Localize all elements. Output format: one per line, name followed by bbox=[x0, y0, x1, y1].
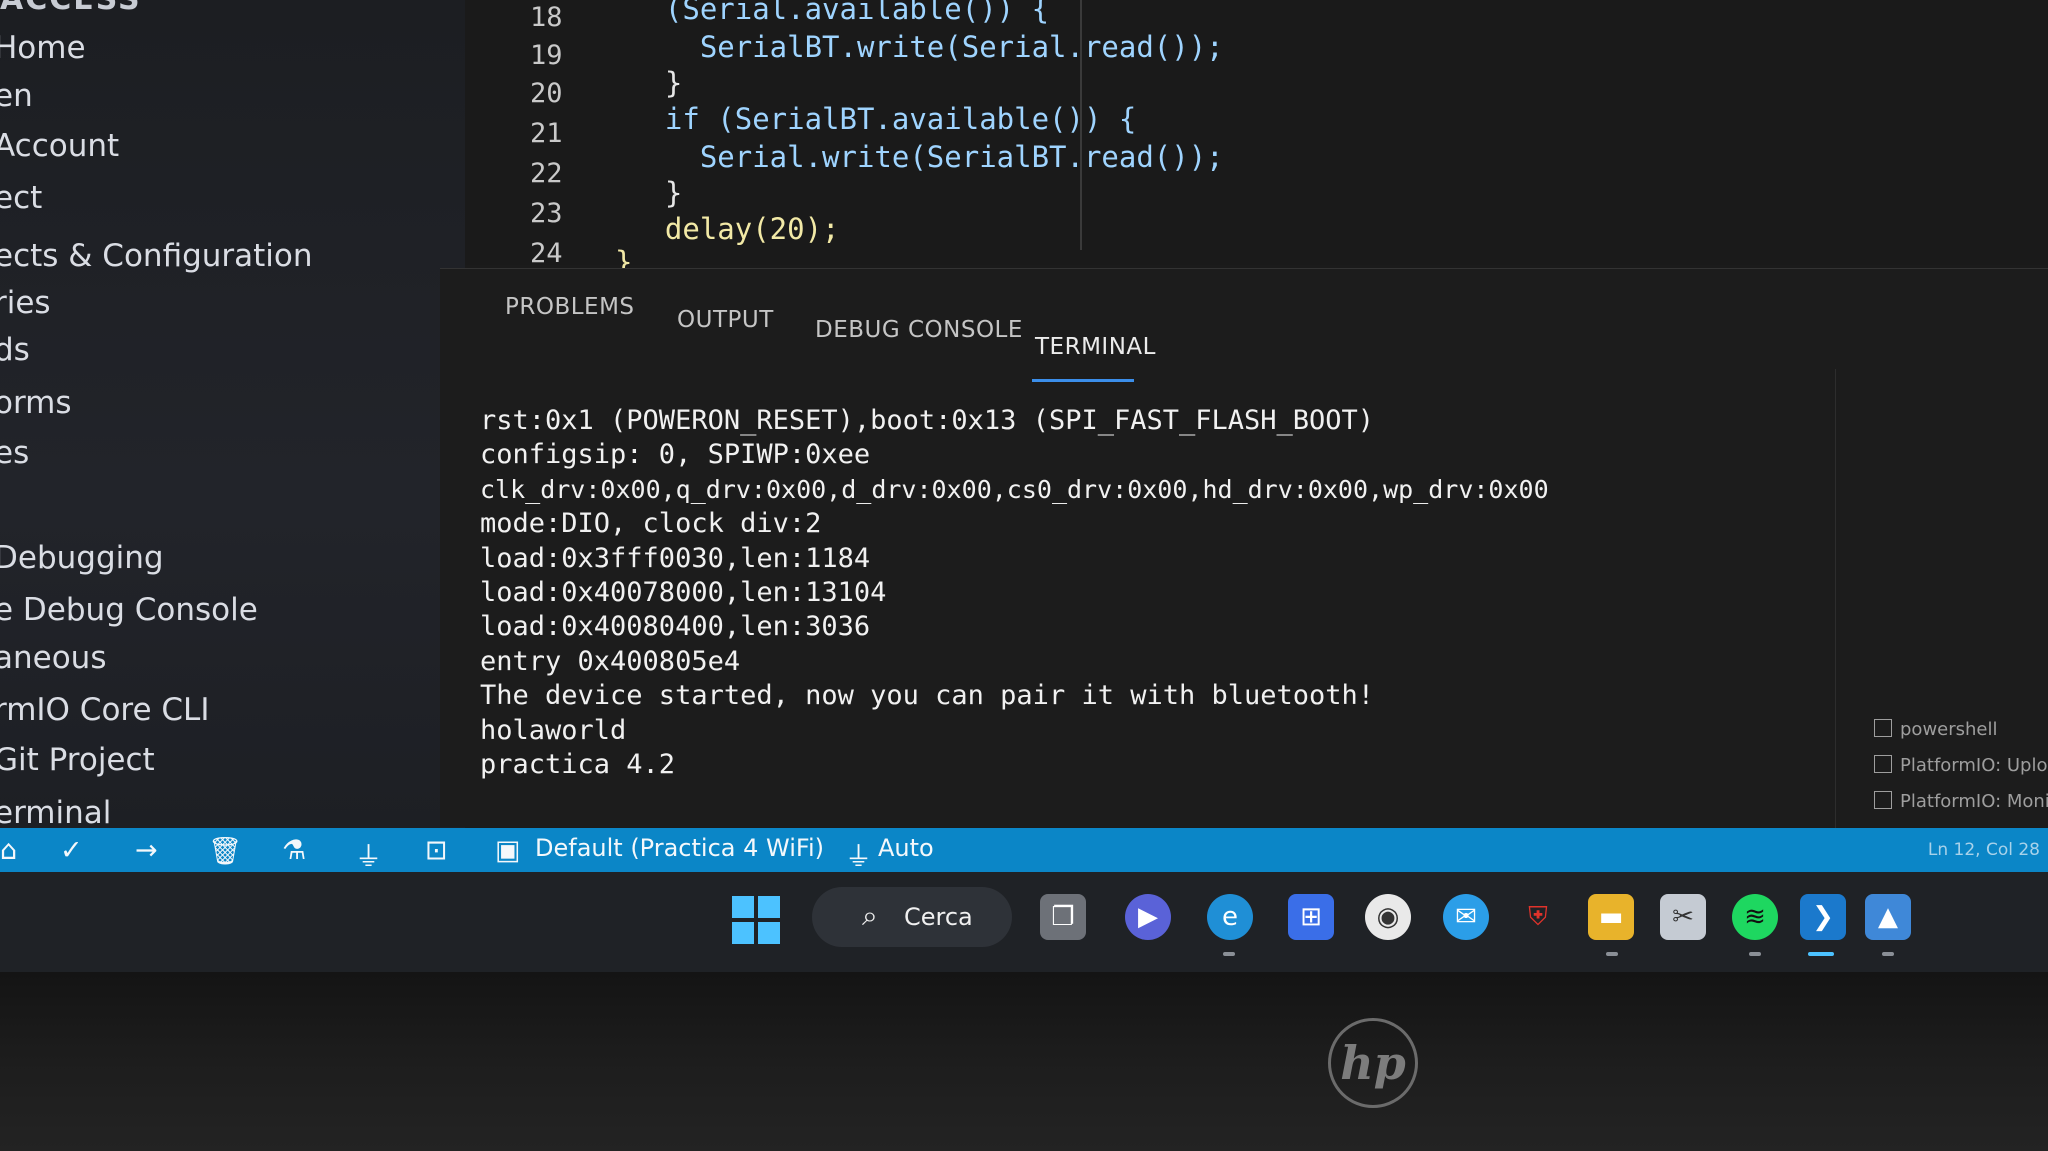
sidebar-item-open[interactable]: en bbox=[0, 78, 33, 114]
code-editor[interactable]: 18 19 20 21 22 23 24 (Serial.available()… bbox=[465, 0, 2048, 279]
line-number: 20 bbox=[530, 78, 563, 109]
running-indicator bbox=[1882, 952, 1894, 956]
terminal-icon[interactable]: ⊡ bbox=[425, 835, 448, 866]
terminal-list-item[interactable]: PlatformIO: Upload (es bbox=[1874, 755, 2048, 776]
tab-debug-console[interactable]: DEBUG CONSOLE bbox=[815, 317, 1023, 343]
active-tab-indicator bbox=[1032, 379, 1134, 382]
tab-problems[interactable]: PROBLEMS bbox=[505, 294, 635, 320]
terminal-line: holaworld bbox=[480, 714, 627, 746]
folder-env-icon: ▣ bbox=[495, 835, 521, 866]
terminal-line: clk_drv:0x00,q_drv:0x00,d_drv:0x00,cs0_d… bbox=[480, 474, 1549, 504]
active-app-indicator bbox=[1808, 952, 1834, 956]
mcafee-icon[interactable]: ⛨ bbox=[1515, 894, 1561, 940]
line-number: 23 bbox=[530, 198, 563, 229]
sidebar-quick-access: ACCESS Home en Account ect ects & Config… bbox=[0, 0, 465, 831]
code-line: SerialBT.write(Serial.read()); bbox=[630, 30, 1224, 64]
terminal-line: configsip: 0, SPIWP:0xee bbox=[480, 439, 871, 471]
sidebar-item-project[interactable]: ect bbox=[0, 180, 42, 216]
bottom-panel: PROBLEMS OUTPUT DEBUG CONSOLE TERMINAL r… bbox=[440, 268, 2048, 829]
sidebar-item-miscellaneous[interactable]: aneous bbox=[0, 640, 106, 676]
line-number: 18 bbox=[530, 2, 563, 33]
sidebar-item-debugging[interactable]: Debugging bbox=[0, 540, 164, 576]
photos-icon[interactable]: ▲ bbox=[1865, 894, 1911, 940]
terminal-list-label: PlatformIO: Upload (es bbox=[1900, 755, 2048, 776]
sidebar-item-platforms[interactable]: orms bbox=[0, 385, 72, 421]
terminal-line: load:0x3fff0030,len:1184 bbox=[480, 542, 871, 574]
terminal-icon bbox=[1874, 755, 1892, 773]
sidebar-item-devices[interactable]: es bbox=[0, 435, 29, 471]
sidebar-item-libraries[interactable]: ries bbox=[0, 285, 51, 321]
terminal-list-item[interactable]: powershell bbox=[1874, 719, 1998, 740]
sidebar-item-terminal[interactable]: erminal bbox=[0, 795, 111, 831]
flask-icon[interactable]: ⚗ bbox=[282, 835, 306, 866]
chat-icon[interactable]: ▶ bbox=[1125, 894, 1171, 940]
running-indicator bbox=[1606, 952, 1618, 956]
sidebar-item-boards[interactable]: ds bbox=[0, 332, 30, 368]
store-icon[interactable]: ⊞ bbox=[1288, 894, 1334, 940]
code-line: Serial.write(SerialBT.read()); bbox=[630, 140, 1224, 174]
home-icon[interactable]: ⌂ bbox=[0, 835, 17, 866]
sidebar-item-core-cli[interactable]: rmIO Core CLI bbox=[0, 692, 209, 728]
search-box[interactable]: ⌕ Cerca bbox=[812, 887, 1012, 947]
line-number: 22 bbox=[530, 158, 563, 189]
sidebar-item-account[interactable]: Account bbox=[0, 128, 119, 164]
sidebar-item-debug-console[interactable]: e Debug Console bbox=[0, 592, 258, 628]
terminal-icon bbox=[1874, 719, 1892, 737]
check-icon[interactable]: ✓ bbox=[60, 835, 83, 866]
sidebar-header: ACCESS bbox=[0, 0, 142, 17]
line-number: 24 bbox=[530, 238, 563, 269]
mail-icon[interactable]: ✉ bbox=[1443, 894, 1489, 940]
terminal-list-label: powershell bbox=[1900, 719, 1998, 740]
terminal-line: practica 4.2 bbox=[480, 749, 676, 781]
terminal-line: load:0x40078000,len:13104 bbox=[480, 577, 887, 609]
spotify-icon[interactable]: ≋ bbox=[1732, 894, 1778, 940]
file-explorer-icon[interactable]: ▬ bbox=[1588, 894, 1634, 940]
running-indicator bbox=[1223, 952, 1235, 956]
task-view-icon[interactable]: ❐ bbox=[1040, 894, 1086, 940]
port-selector[interactable]: Auto bbox=[878, 834, 934, 862]
laptop-bezel bbox=[0, 972, 2048, 1151]
sidebar-item-git-project[interactable]: Git Project bbox=[0, 742, 155, 778]
terminal-line: The device started, now you can pair it … bbox=[480, 680, 1375, 712]
windows-start-icon[interactable] bbox=[730, 894, 782, 946]
code-line: (Serial.available()) { bbox=[630, 0, 1050, 26]
snipping-icon[interactable]: ✂ bbox=[1660, 894, 1706, 940]
screen: ACCESS Home en Account ect ects & Config… bbox=[0, 0, 2048, 1010]
code-line: } bbox=[630, 66, 683, 100]
terminal-line: entry 0x400805e4 bbox=[480, 645, 741, 677]
env-selector[interactable]: Default (Practica 4 WiFi) bbox=[535, 834, 824, 862]
code-line: if (SerialBT.available()) { bbox=[630, 102, 1137, 136]
vscode-icon[interactable]: ❯ bbox=[1800, 894, 1846, 940]
terminal-list-item[interactable]: PlatformIO: Monitor (P bbox=[1874, 791, 2048, 812]
tab-output[interactable]: OUTPUT bbox=[677, 307, 774, 333]
code-line: delay(20); bbox=[630, 212, 840, 246]
code-line: } bbox=[630, 176, 683, 210]
search-label: Cerca bbox=[904, 903, 973, 931]
terminal-icon bbox=[1874, 791, 1892, 809]
line-number: 21 bbox=[530, 118, 563, 149]
tab-terminal[interactable]: TERMINAL bbox=[1035, 334, 1156, 360]
arrow-right-icon[interactable]: → bbox=[135, 835, 158, 866]
trash-icon[interactable]: 🗑 bbox=[208, 835, 242, 867]
hp-logo: hp bbox=[1328, 1018, 1418, 1108]
plug-port-icon: ⏚ bbox=[845, 842, 872, 873]
terminal-line: load:0x40080400,len:3036 bbox=[480, 611, 871, 643]
running-indicator bbox=[1749, 952, 1761, 956]
sidebar-item-projects-configuration[interactable]: ects & Configuration bbox=[0, 238, 313, 274]
search-icon: ⌕ bbox=[862, 899, 878, 932]
sidebar-item-home[interactable]: Home bbox=[0, 30, 86, 66]
terminal-list: powershell PlatformIO: Upload (es Platfo… bbox=[1835, 369, 2048, 829]
edge-icon[interactable]: e bbox=[1207, 894, 1253, 940]
terminal-line: mode:DIO, clock div:2 bbox=[480, 508, 822, 540]
cursor-position[interactable]: Ln 12, Col 28 bbox=[1928, 840, 2040, 860]
line-number: 19 bbox=[530, 40, 563, 71]
app-icon[interactable]: ◉ bbox=[1365, 894, 1411, 940]
status-bar: ⌂ ✓ → 🗑 ⚗ ⏚ ⊡ ▣ Default (Practica 4 WiFi… bbox=[0, 828, 2048, 874]
terminal-line: rst:0x1 (POWERON_RESET),boot:0x13 (SPI_F… bbox=[480, 405, 1375, 436]
panel-tabs: PROBLEMS OUTPUT DEBUG CONSOLE TERMINAL bbox=[440, 269, 2048, 360]
taskbar: ⌕ Cerca ❐ ▶ e ⊞ ◉ ✉ ⛨ ▬ ✂ ≋ ❯ ▲ bbox=[0, 872, 2048, 972]
terminal-list-label: PlatformIO: Monitor (P bbox=[1900, 791, 2048, 812]
plug-icon[interactable]: ⏚ bbox=[355, 835, 382, 874]
terminal-output[interactable]: rst:0x1 (POWERON_RESET),boot:0x13 (SPI_F… bbox=[480, 404, 1610, 782]
